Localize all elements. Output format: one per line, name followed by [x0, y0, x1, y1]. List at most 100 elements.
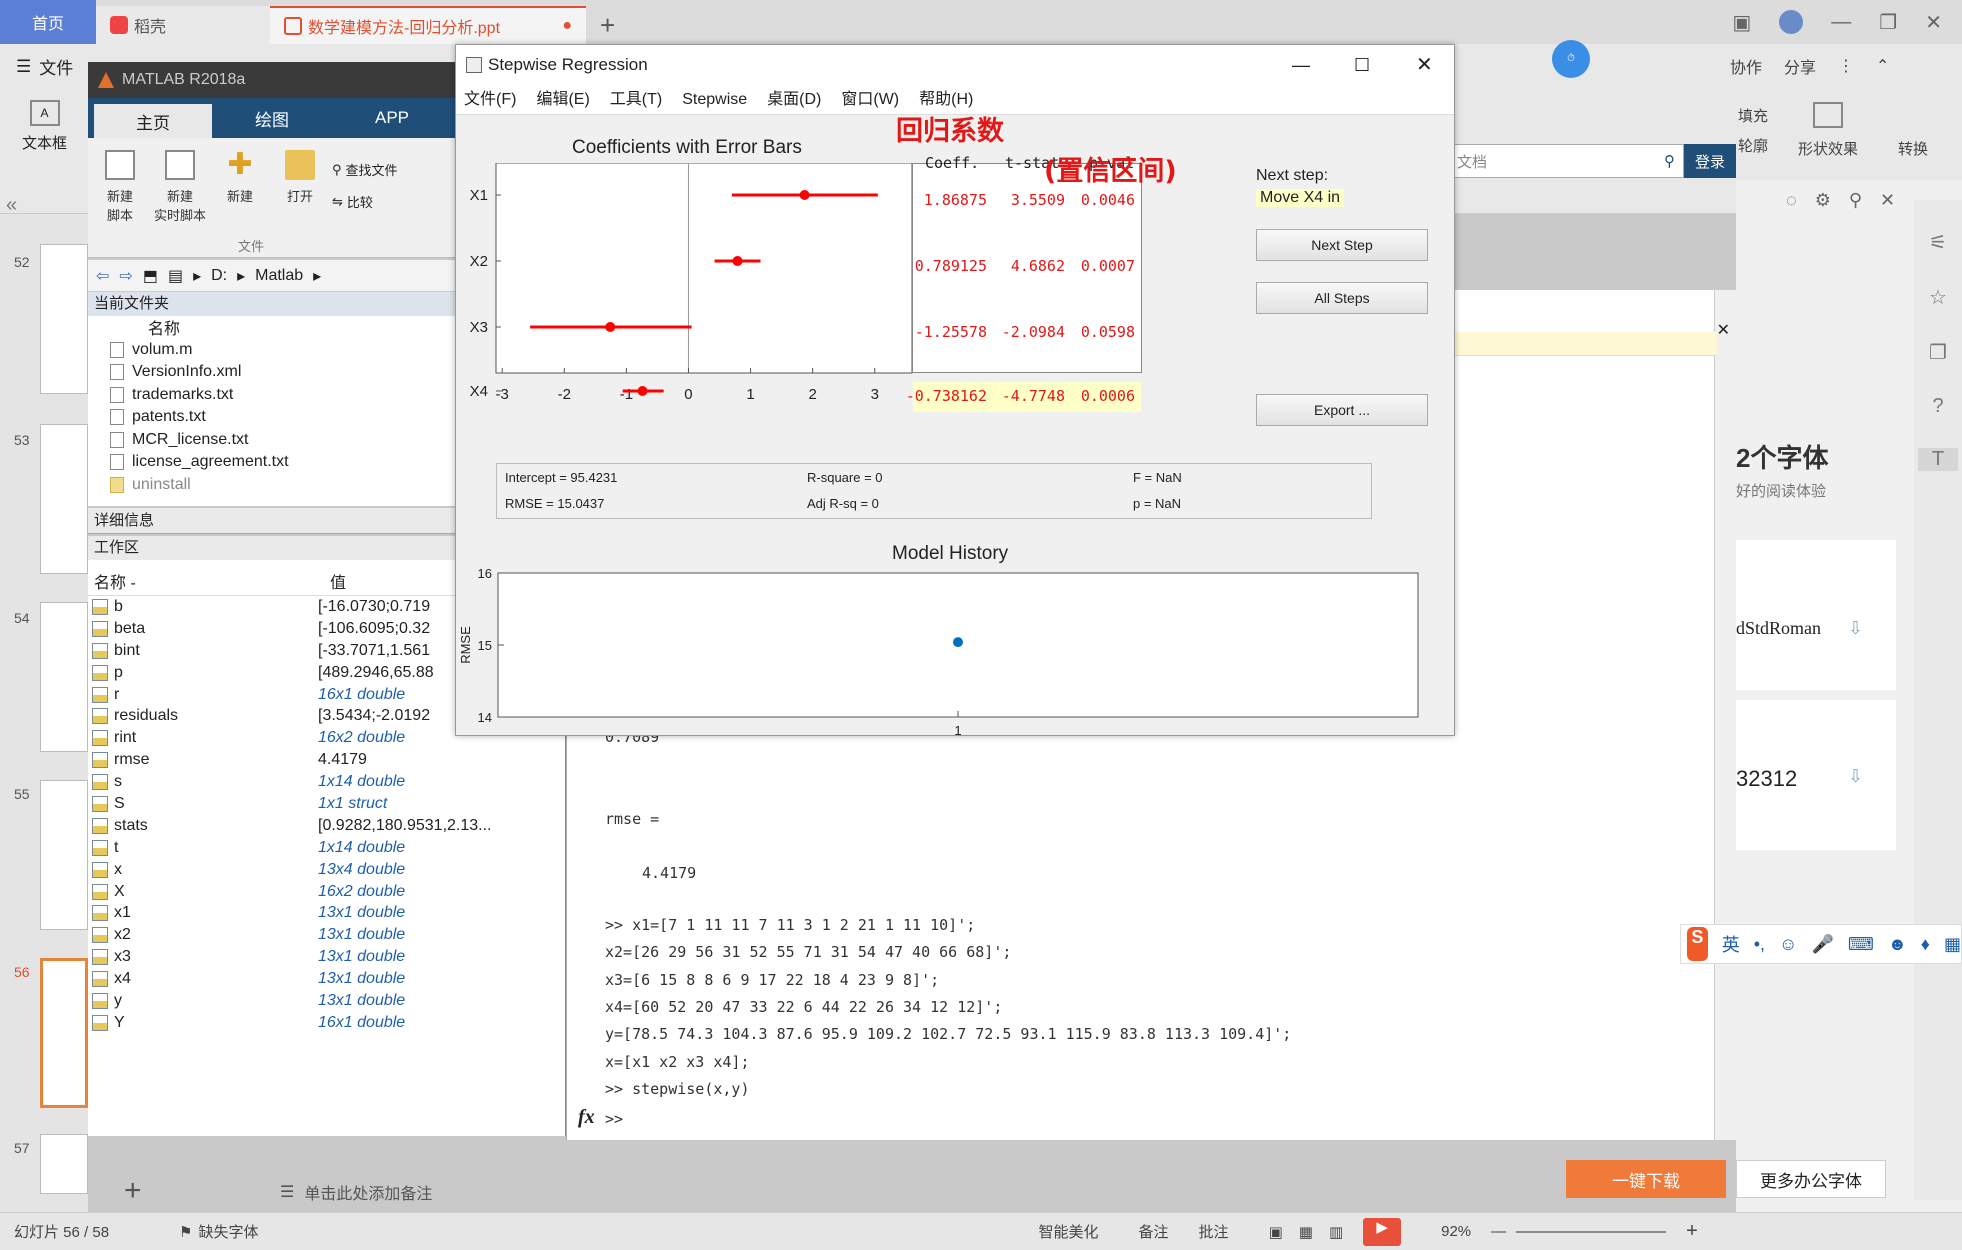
workspace-row[interactable]: x4 13x1 double — [88, 968, 565, 990]
normal-view-icon[interactable]: ▣ — [1269, 1223, 1283, 1241]
back-icon[interactable]: ⇦ — [96, 266, 109, 286]
file-item[interactable]: uninstall — [88, 474, 467, 497]
textbox-button[interactable]: A 文本框 — [22, 100, 67, 153]
menu-item[interactable]: Stepwise — [682, 85, 747, 114]
search-icon[interactable]: ⚲ — [1664, 152, 1675, 170]
adjust-icon[interactable]: ⚟ — [1929, 230, 1947, 255]
font-card[interactable]: dStdRoman ⇩ — [1736, 540, 1896, 690]
notes-button[interactable]: 备注 — [1139, 1221, 1169, 1242]
workspace-row[interactable]: Y 16x1 double — [88, 1012, 565, 1034]
share-button[interactable]: 分享 — [1784, 54, 1816, 78]
file-item[interactable]: trademarks.txt — [88, 384, 467, 407]
skin-icon[interactable]: ♦ — [1921, 934, 1930, 955]
shape-effect-button[interactable]: 形状效果 — [1798, 141, 1858, 158]
notes-area[interactable]: ☰ 单击此处添加备注 — [280, 1180, 432, 1204]
workspace-row[interactable]: S 1x1 struct — [88, 793, 565, 815]
details-pane-title[interactable]: 详细信息 — [88, 508, 468, 534]
history-point[interactable] — [953, 637, 963, 648]
coef-table-row[interactable]: 1.86875 3.5509 0.0046 — [913, 186, 1141, 216]
workspace-row[interactable]: rmse 4.4179 — [88, 749, 565, 771]
slide-thumbnail[interactable] — [40, 424, 88, 574]
open-button[interactable]: 打开 — [272, 150, 328, 205]
slide-thumbnail[interactable] — [40, 780, 88, 930]
punct-icon[interactable]: •, — [1754, 934, 1765, 955]
collab-button[interactable]: 协作 — [1730, 54, 1762, 78]
coef-table-row[interactable]: 0.789125 4.6862 0.0007 — [913, 252, 1141, 282]
workspace-row[interactable]: x1 13x1 double — [88, 902, 565, 924]
tab-plots[interactable]: 绘图 — [212, 98, 332, 138]
play-icon[interactable]: ▶ — [1363, 1217, 1402, 1246]
restore-icon[interactable]: ❐ — [1879, 10, 1897, 35]
new-tab-icon[interactable]: + — [586, 6, 629, 44]
find-files-button[interactable]: ⚲ 查找文件 — [332, 160, 398, 179]
new-script-button[interactable]: 新建 脚本 — [92, 150, 148, 224]
keyboard-icon[interactable]: ⌨ — [1848, 934, 1874, 955]
browse-icon[interactable]: ▤ — [168, 266, 183, 286]
file-item[interactable]: volum.m — [88, 339, 467, 362]
coef-table-row[interactable]: -1.25578 -2.0984 0.0598 — [913, 318, 1141, 348]
fx-icon[interactable]: fx — [578, 1106, 595, 1129]
reading-view-icon[interactable]: ▥ — [1329, 1223, 1343, 1241]
tab-document[interactable]: 数学建模方法-回归分析.ppt ● — [270, 6, 586, 44]
star-icon[interactable]: ☆ — [1929, 285, 1947, 310]
forward-icon[interactable]: ⇨ — [119, 266, 132, 286]
folder-name-header[interactable]: 名称 — [88, 316, 467, 339]
path-segment[interactable]: D: — [211, 267, 227, 285]
new-button[interactable]: ✚ 新建 — [212, 150, 268, 205]
menu-item[interactable]: 编辑(E) — [536, 85, 589, 114]
path-segment[interactable]: Matlab — [255, 267, 303, 285]
workspace-row[interactable]: y 13x1 double — [88, 990, 565, 1012]
next-step-button[interactable]: Next Step — [1256, 229, 1428, 261]
comment-icon[interactable]: ◌ — [1786, 190, 1797, 211]
help-icon[interactable]: ? — [1932, 395, 1943, 418]
slide-thumbnail[interactable] — [40, 602, 88, 752]
zoom-out-icon[interactable]: — — [1491, 1223, 1506, 1240]
copy-icon[interactable]: ❐ — [1929, 340, 1947, 365]
slide-thumbnail-selected[interactable] — [40, 958, 88, 1108]
pin-icon[interactable]: ⚲ — [1849, 190, 1862, 211]
file-item[interactable]: VersionInfo.xml — [88, 361, 467, 384]
collapse-icon[interactable]: ⌃ — [1876, 56, 1889, 76]
workspace-row[interactable]: x 13x4 double — [88, 859, 565, 881]
tab-daoke[interactable]: 稻壳 — [96, 6, 270, 44]
menu-item[interactable]: 工具(T) — [610, 85, 662, 114]
close-notification-icon[interactable]: ✕ — [1717, 320, 1730, 340]
workspace-row[interactable]: x2 13x1 double — [88, 924, 565, 946]
outline-button[interactable]: 轮廓 — [1738, 132, 1768, 162]
download-all-button[interactable]: 一键下载 — [1566, 1160, 1726, 1198]
download-icon[interactable]: ⇩ — [1848, 618, 1863, 639]
fill-button[interactable]: 填充 — [1738, 102, 1768, 132]
window-layout-icon[interactable]: ▣ — [1732, 10, 1751, 35]
menu-item[interactable]: 窗口(W) — [841, 85, 899, 114]
more-fonts-button[interactable]: 更多办公字体 — [1736, 1160, 1886, 1198]
beautify-button[interactable]: 智能美化 — [1039, 1221, 1099, 1242]
file-item[interactable]: patents.txt — [88, 406, 467, 429]
coef-table-row[interactable]: -0.738162 -4.7748 0.0006 — [906, 382, 1141, 412]
avatar[interactable] — [1779, 10, 1804, 34]
more-icon[interactable]: ⋮ — [1838, 56, 1854, 76]
workspace-row[interactable]: X 16x2 double — [88, 881, 565, 903]
menu-icon[interactable]: ☰ — [16, 57, 31, 77]
maximize-icon[interactable]: ☐ — [1354, 45, 1370, 85]
search-input[interactable]: 文档 — [1457, 151, 1487, 172]
lang-toggle-icon[interactable]: 英 — [1722, 931, 1740, 957]
tab-home[interactable]: 首页 — [0, 0, 96, 44]
zoom-level[interactable]: 92% — [1441, 1223, 1471, 1240]
command-prompt[interactable]: >> — [605, 1110, 623, 1128]
slide-thumbnail[interactable] — [40, 244, 88, 394]
user-icon[interactable]: ☻ — [1888, 934, 1907, 955]
slide-thumbnail[interactable] — [40, 1134, 88, 1194]
collapse-pane-icon[interactable]: « — [6, 194, 17, 217]
comments-button[interactable]: 批注 — [1199, 1221, 1229, 1242]
workspace-row[interactable]: t 1x14 double — [88, 837, 565, 859]
new-live-script-button[interactable]: 新建 实时脚本 — [152, 150, 208, 224]
workspace-row[interactable]: s 1x14 double — [88, 771, 565, 793]
font-card[interactable]: 32312 ⇩ — [1736, 700, 1896, 850]
compare-button[interactable]: ⇋ 比较 — [332, 192, 373, 211]
zoom-in-icon[interactable]: + — [1686, 1220, 1698, 1243]
workspace-row[interactable]: stats [0.9282,180.9531,2.13... — [88, 815, 565, 837]
convert-button[interactable]: 转换 — [1898, 138, 1928, 159]
settings-icon[interactable]: ⚙ — [1815, 190, 1831, 211]
missing-font-button[interactable]: 缺失字体 — [199, 1221, 259, 1242]
file-menu[interactable]: 文件 — [39, 54, 73, 79]
